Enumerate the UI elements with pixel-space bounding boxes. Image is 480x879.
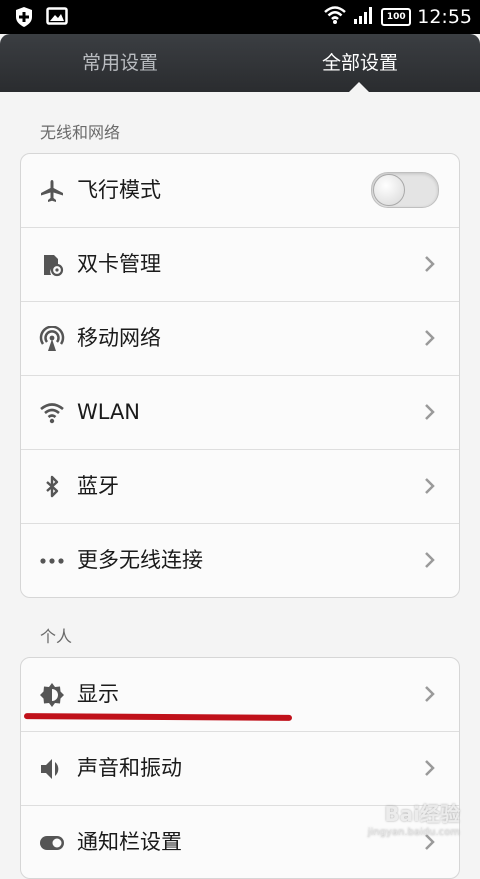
- notification-toggle-icon: [39, 830, 65, 856]
- section-title-personal: 个人: [40, 627, 73, 646]
- chevron-right-icon: [419, 402, 439, 422]
- bluetooth-icon: [39, 474, 65, 500]
- watermark-main: Bai经验: [384, 802, 460, 826]
- brightness-icon: [39, 682, 65, 708]
- watermark: Bai经验 jingyan.baidu.com: [368, 798, 460, 838]
- section-title-wireless: 无线和网络: [40, 123, 121, 142]
- setting-row-airplane-mode[interactable]: 飞行模式: [21, 154, 459, 228]
- setting-row-dual-sim[interactable]: 双卡管理: [21, 228, 459, 302]
- more-icon: [39, 548, 65, 574]
- chevron-right-icon: [419, 550, 439, 570]
- setting-label: 蓝牙: [77, 474, 119, 498]
- antenna-icon: [39, 325, 65, 352]
- airplane-mode-toggle[interactable]: [371, 172, 439, 208]
- setting-label: 更多无线连接: [77, 548, 203, 572]
- chevron-right-icon: [419, 254, 439, 274]
- chevron-right-icon: [419, 476, 439, 496]
- wifi-icon: [39, 400, 65, 426]
- speaker-icon: [39, 756, 65, 782]
- setting-row-sound[interactable]: 声音和振动: [21, 732, 459, 806]
- clock: 12:55: [417, 6, 472, 28]
- image-icon: [46, 6, 68, 32]
- status-bar: 100 12:55: [0, 0, 480, 34]
- shield-plus-icon: [14, 6, 34, 32]
- watermark-sub: jingyan.baidu.com: [367, 827, 460, 838]
- setting-label: 移动网络: [77, 326, 161, 350]
- settings-tab-bar: 常用设置 全部设置: [0, 34, 480, 92]
- wireless-settings-card: 飞行模式 双卡管理 移动网络 WLAN 蓝牙 更多无线连接: [20, 153, 460, 598]
- battery-icon: 100: [381, 8, 412, 26]
- setting-label: 双卡管理: [77, 252, 161, 276]
- setting-row-bluetooth[interactable]: 蓝牙: [21, 450, 459, 524]
- airplane-icon: [39, 178, 65, 204]
- setting-row-mobile-network[interactable]: 移动网络: [21, 302, 459, 376]
- setting-label: 显示: [77, 682, 119, 706]
- chevron-right-icon: [419, 684, 439, 704]
- active-tab-indicator: [348, 82, 370, 93]
- signal-icon: [353, 5, 375, 29]
- wifi-icon: [323, 5, 347, 29]
- setting-row-wlan[interactable]: WLAN: [21, 376, 459, 450]
- sim-card-icon: [39, 252, 65, 278]
- chevron-right-icon: [419, 328, 439, 348]
- setting-row-more-wireless[interactable]: 更多无线连接: [21, 524, 459, 597]
- setting-label: 飞行模式: [77, 178, 161, 202]
- setting-label: WLAN: [77, 400, 141, 424]
- setting-label: 通知栏设置: [77, 830, 182, 854]
- tab-common-settings[interactable]: 常用设置: [0, 34, 240, 92]
- setting-label: 声音和振动: [77, 756, 182, 780]
- setting-row-display[interactable]: 显示: [21, 658, 459, 732]
- personal-settings-card: 显示 声音和振动 通知栏设置: [20, 657, 460, 879]
- toggle-knob: [373, 174, 405, 206]
- chevron-right-icon: [419, 758, 439, 778]
